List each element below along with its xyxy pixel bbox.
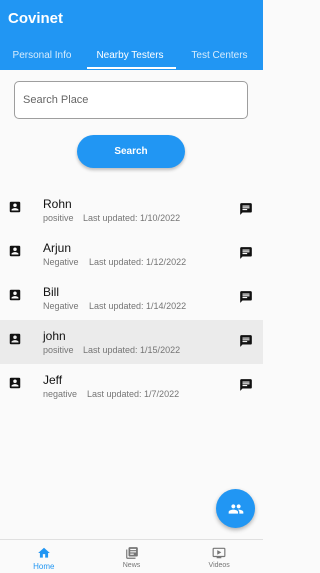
app-title: Covinet bbox=[8, 10, 64, 27]
person-icon bbox=[9, 377, 21, 389]
chat-icon[interactable] bbox=[239, 202, 253, 216]
nav-news[interactable]: News bbox=[88, 540, 176, 573]
search-button[interactable]: Search bbox=[77, 135, 185, 168]
tester-status: Negative bbox=[43, 257, 79, 267]
tester-name: Rohn bbox=[43, 197, 72, 211]
tester-name: Bill bbox=[43, 285, 60, 299]
home-icon bbox=[37, 547, 50, 558]
person-icon bbox=[9, 245, 21, 257]
nav-label: Videos bbox=[208, 562, 230, 569]
nav-label: Home bbox=[33, 562, 55, 571]
person-icon bbox=[9, 333, 21, 345]
last-updated: Last updated: 1/14/2022 bbox=[89, 301, 187, 311]
tester-status: negative bbox=[43, 389, 78, 399]
tab-nearby-testers[interactable]: Nearby Testers bbox=[84, 40, 176, 70]
tab-personal-info[interactable]: Personal Info bbox=[0, 40, 84, 70]
tab-bar: Personal Info Nearby Testers Test Center… bbox=[0, 40, 263, 70]
tester-status: positive bbox=[43, 213, 74, 223]
last-updated: Last updated: 1/7/2022 bbox=[87, 389, 180, 399]
chat-icon[interactable] bbox=[239, 334, 253, 348]
tester-name: Jeff bbox=[43, 373, 63, 387]
tab-test-centers[interactable]: Test Centers bbox=[176, 40, 263, 70]
tester-name: john bbox=[43, 329, 66, 343]
group-icon bbox=[228, 503, 243, 514]
person-icon bbox=[9, 201, 21, 213]
group-fab-button[interactable] bbox=[216, 489, 255, 528]
video-icon bbox=[212, 547, 226, 559]
chat-icon[interactable] bbox=[239, 246, 253, 260]
tester-status: positive bbox=[43, 345, 74, 355]
nav-videos[interactable]: Videos bbox=[175, 540, 263, 573]
list-item-selected[interactable]: john positive Last updated: 1/15/2022 bbox=[0, 320, 263, 364]
tester-status: Negative bbox=[43, 301, 79, 311]
active-tab-indicator bbox=[87, 67, 176, 69]
tester-name: Arjun bbox=[43, 241, 72, 255]
list-item[interactable]: Jeff negative Last updated: 1/7/2022 bbox=[0, 364, 263, 408]
last-updated: Last updated: 1/10/2022 bbox=[83, 213, 181, 223]
chat-icon[interactable] bbox=[239, 378, 253, 392]
chat-icon[interactable] bbox=[239, 290, 253, 304]
search-field[interactable] bbox=[14, 81, 248, 119]
nav-label: News bbox=[122, 562, 141, 569]
list-item[interactable]: Bill Negative Last updated: 1/14/2022 bbox=[0, 276, 263, 320]
nav-home[interactable]: Home bbox=[0, 540, 88, 573]
app-bar: Covinet Personal Info Nearby Testers Tes… bbox=[0, 0, 263, 70]
search-input[interactable] bbox=[15, 82, 247, 118]
last-updated: Last updated: 1/15/2022 bbox=[83, 345, 181, 355]
bottom-navigation: Home News Videos bbox=[0, 539, 263, 573]
last-updated: Last updated: 1/12/2022 bbox=[89, 257, 187, 267]
list-item[interactable]: Arjun Negative Last updated: 1/12/2022 bbox=[0, 232, 263, 276]
tester-list: Rohn positive Last updated: 1/10/2022 Ar… bbox=[0, 188, 263, 408]
person-icon bbox=[9, 289, 21, 301]
list-item[interactable]: Rohn positive Last updated: 1/10/2022 bbox=[0, 188, 263, 232]
news-icon bbox=[125, 547, 138, 559]
